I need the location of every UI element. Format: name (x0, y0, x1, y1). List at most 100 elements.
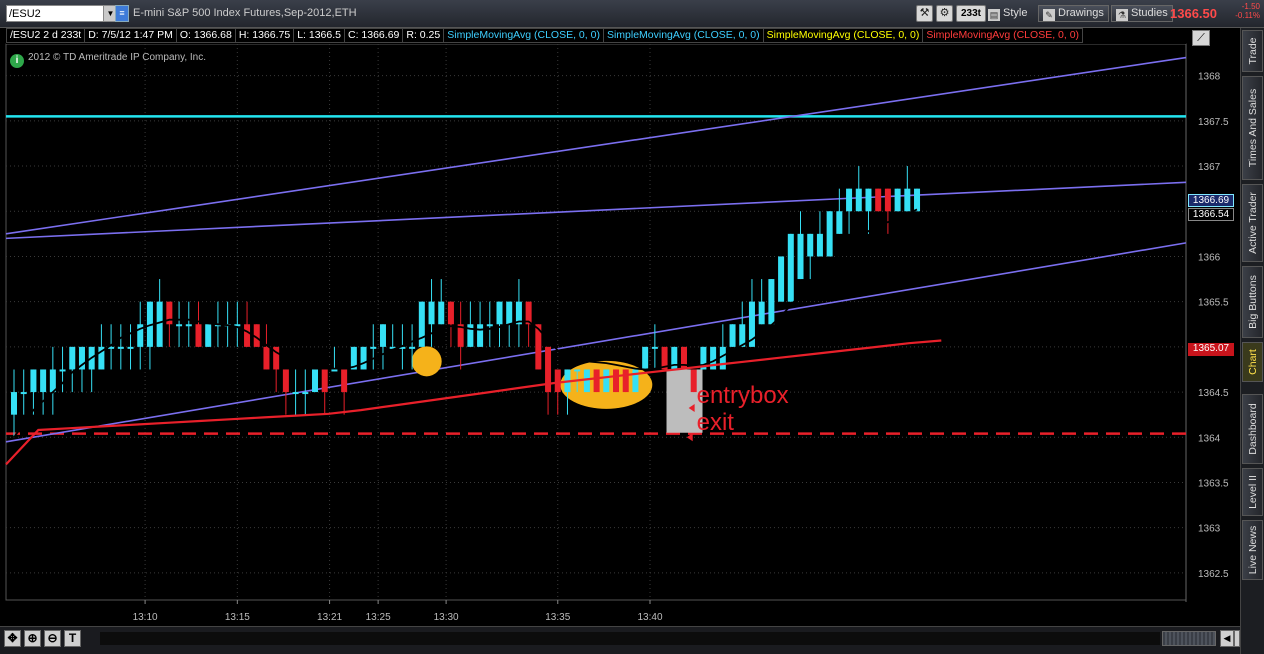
scrollbar-thumb[interactable] (1162, 631, 1216, 646)
study-sma-1[interactable]: SimpleMovingAvg (CLOSE, 0, 0) (443, 28, 604, 43)
time-tick-label: 13:40 (637, 612, 662, 623)
candle-body (603, 369, 610, 393)
time-tick-label: 13:21 (317, 612, 342, 623)
price-badge-last: 1366.69 (1188, 194, 1234, 207)
candle-body (865, 188, 872, 212)
candle-body (496, 301, 503, 325)
candle-body (622, 369, 629, 393)
time-tick-label: 13:35 (545, 612, 570, 623)
study-sma-3[interactable]: SimpleMovingAvg (CLOSE, 0, 0) (762, 28, 924, 43)
tab-live-news[interactable]: Live News (1242, 520, 1263, 580)
candle-body (341, 369, 348, 393)
candle-body (836, 211, 843, 234)
candle-body (826, 211, 833, 257)
candle-body (409, 346, 416, 349)
price-chart[interactable]: 1362.513631363.513641364.513651365.51366… (0, 0, 1240, 626)
candle-body (778, 256, 785, 302)
candle-body (176, 324, 183, 327)
candle-body (729, 324, 736, 347)
scroll-left-icon[interactable]: ◀ (1220, 630, 1234, 647)
tab-level-ii[interactable]: Level II (1242, 468, 1263, 516)
candle-body (302, 392, 309, 395)
candle-body (787, 233, 794, 302)
zoom-in-icon[interactable]: ⊕ (24, 630, 41, 647)
study-sma-2[interactable]: SimpleMovingAvg (CLOSE, 0, 0) (602, 28, 764, 43)
candle-body (613, 369, 620, 393)
candle-body (49, 369, 56, 393)
price-tick-label: 1364.5 (1198, 388, 1229, 399)
text-tool-icon[interactable]: T (64, 630, 81, 647)
tab-active-trader[interactable]: Active Trader (1242, 184, 1263, 262)
candle-body (447, 301, 454, 325)
price-tick-label: 1363.5 (1198, 478, 1229, 489)
info-date-time: D: 7/5/12 1:47 PM (84, 28, 177, 43)
drawing-tool-icon[interactable]: ⟋ (1192, 30, 1210, 46)
price-tick-label: 1365.5 (1198, 298, 1229, 309)
time-axis: 13:10 13:15 13:21 13:25 13:30 13:35 13:40 (133, 600, 663, 623)
candle-body (768, 279, 775, 325)
candle-body (379, 324, 386, 347)
candle-body (680, 346, 687, 370)
candle-body (642, 346, 649, 370)
price-axis: 1362.513631363.513641364.513651365.51366… (1198, 72, 1229, 580)
price-badge-sma-fast: 1366.54 (1188, 208, 1234, 221)
copyright-text: 2012 © TD Ameritrade IP Company, Inc. (28, 52, 207, 63)
candle-body (205, 324, 212, 347)
chart-scrollbar[interactable] (100, 632, 1160, 645)
candle-body (758, 301, 765, 325)
candle-body (127, 346, 134, 349)
chart-frame (5, 43, 1187, 601)
annotations: entryboxexit (686, 382, 789, 442)
candle-body (904, 188, 911, 212)
price-tick-label: 1366 (1198, 252, 1221, 263)
pan-icon[interactable]: ✥ (4, 630, 21, 647)
trendline (5, 242, 1187, 443)
study-info-row: /ESU2 2 d 233t D: 7/5/12 1:47 PM O: 1366.6… (6, 28, 1186, 44)
candle-body (894, 188, 901, 212)
candle-body (914, 188, 921, 212)
candle-body (156, 301, 163, 347)
scroll-right-icon[interactable] (1234, 630, 1240, 647)
sma-slow-line (5, 339, 942, 466)
candle-body (282, 369, 289, 393)
candle-body (263, 346, 270, 370)
chart-grid (5, 43, 1187, 602)
tab-chart[interactable]: Chart (1242, 342, 1263, 382)
info-icon[interactable]: i (10, 54, 24, 68)
right-tab-bar: Trade Times And Sales Active Trader Big … (1240, 28, 1264, 654)
candle-body (370, 346, 377, 349)
info-high: H: 1366.75 (234, 28, 295, 43)
price-tick-label: 1363 (1198, 524, 1221, 535)
info-low: L: 1366.5 (293, 28, 345, 43)
study-sma-4[interactable]: SimpleMovingAvg (CLOSE, 0, 0) (922, 28, 1084, 43)
time-tick-label: 13:30 (434, 612, 459, 623)
time-tick-label: 13:10 (133, 612, 158, 623)
candle-body (195, 324, 202, 347)
candle-body (30, 369, 37, 393)
candle-body (11, 392, 17, 415)
candle-body (719, 346, 726, 370)
candle-body (574, 369, 581, 372)
info-open: O: 1366.68 (175, 28, 236, 43)
tab-big-buttons[interactable]: Big Buttons (1242, 266, 1263, 338)
candle-body (875, 188, 882, 212)
bottom-toolbar: ✥ ⊕ ⊖ T ◀ (0, 626, 1240, 654)
candle-body (59, 369, 66, 372)
highlight-ellipse (411, 346, 442, 377)
zoom-out-icon[interactable]: ⊖ (44, 630, 61, 647)
candle-body (69, 346, 76, 370)
candle-body (428, 301, 435, 325)
price-tick-label: 1367 (1198, 162, 1221, 173)
candle-body (486, 324, 493, 327)
candle-body (244, 324, 251, 347)
entry-annotation: entrybox (697, 382, 789, 409)
candle-body (292, 392, 299, 395)
tab-trade[interactable]: Trade (1242, 30, 1263, 72)
tab-times-and-sales[interactable]: Times And Sales (1242, 76, 1263, 180)
candle-body (593, 369, 600, 393)
copyright-notice: i 2012 © TD Ameritrade IP Company, Inc. (10, 50, 207, 68)
info-symbol-period[interactable]: /ESU2 2 d 233t (6, 28, 86, 43)
price-tick-label: 1364 (1198, 433, 1221, 444)
candle-body (583, 369, 590, 393)
tab-dashboard[interactable]: Dashboard (1242, 394, 1263, 464)
